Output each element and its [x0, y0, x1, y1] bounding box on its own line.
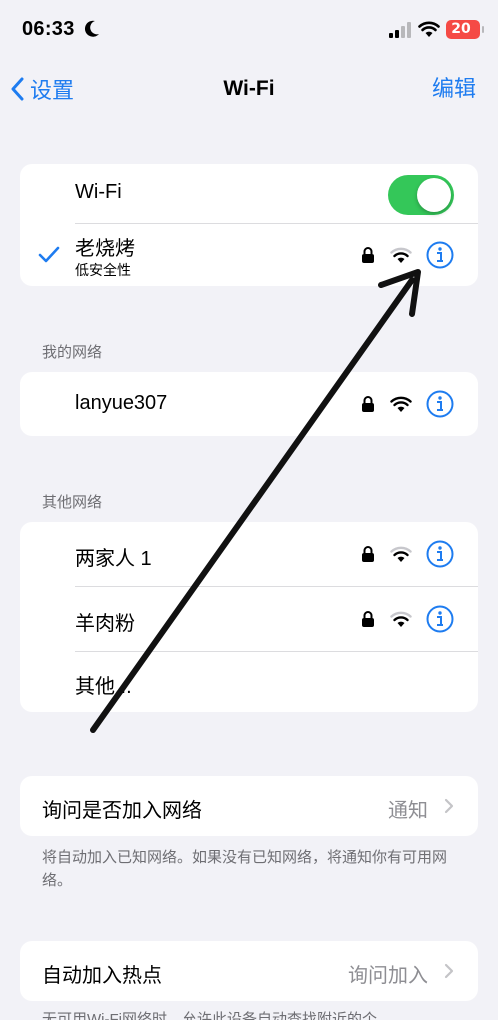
- lock-icon: [362, 247, 374, 263]
- ask-join-row[interactable]: 询问是否加入网络 通知: [20, 776, 478, 836]
- battery-icon: 20: [446, 20, 484, 39]
- lock-icon: [362, 546, 374, 562]
- other-network-row[interactable]: 其他...: [20, 652, 478, 712]
- wifi-toggle[interactable]: [388, 175, 454, 215]
- info-icon[interactable]: [426, 605, 454, 633]
- wifi-signal-icon: [390, 611, 412, 627]
- network-row[interactable]: lanyue307: [20, 372, 478, 436]
- info-icon[interactable]: [426, 390, 454, 418]
- my-networks-header: 我的网络: [42, 344, 103, 361]
- network-row[interactable]: 两家人 1: [20, 522, 478, 586]
- network-name: lanyue307: [75, 392, 168, 414]
- hotspot-card: 自动加入热点 询问加入: [20, 941, 478, 1001]
- cellular-signal-icon: [389, 22, 411, 38]
- ask-join-label: 询问是否加入网络: [42, 800, 202, 822]
- edit-button[interactable]: 编辑: [432, 74, 476, 104]
- wifi-status-icon: [418, 21, 440, 37]
- wifi-toggle-label: Wi-Fi: [75, 181, 122, 203]
- info-icon[interactable]: [426, 241, 454, 269]
- info-icon[interactable]: [426, 540, 454, 568]
- connected-network-row[interactable]: 老烧烤 低安全性: [20, 224, 478, 286]
- other-networks-card: 两家人 1 羊肉粉 其他...: [20, 522, 478, 712]
- page-title: Wi-Fi: [223, 77, 275, 100]
- checkmark-icon: [38, 246, 60, 263]
- other-networks-header: 其他网络: [42, 494, 103, 511]
- hotspot-row[interactable]: 自动加入热点 询问加入: [20, 941, 478, 1001]
- network-row[interactable]: 羊肉粉: [20, 587, 478, 651]
- hotspot-label: 自动加入热点: [42, 965, 162, 987]
- moon-icon: [84, 20, 99, 37]
- wifi-card: Wi-Fi 老烧烤 低安全性: [20, 164, 478, 286]
- toggle-knob: [417, 178, 451, 212]
- hotspot-value: 询问加入: [348, 965, 428, 987]
- ask-join-card: 询问是否加入网络 通知: [20, 776, 478, 836]
- other-network-label: 其他...: [75, 676, 132, 698]
- status-time: 06:33: [22, 18, 75, 40]
- ask-join-footnote: 将自动加入已知网络。如果没有已知网络，将通知你有可用网络。: [42, 849, 448, 889]
- wifi-signal-icon: [390, 546, 412, 562]
- battery-level: 20: [451, 21, 471, 37]
- my-networks-card: lanyue307: [20, 372, 478, 436]
- network-name: 老烧烤: [75, 238, 135, 260]
- hotspot-footnote: 无可用Wi-Fi网络时，允许此设备自动查找附近的个: [42, 1011, 377, 1020]
- chevron-right-icon: [444, 798, 454, 814]
- network-name: 两家人 1: [75, 548, 152, 570]
- chevron-right-icon: [444, 963, 454, 979]
- wifi-signal-icon: [390, 396, 412, 412]
- lock-icon: [362, 396, 374, 412]
- status-bar: 06:33 20: [0, 0, 498, 60]
- wifi-signal-icon: [390, 247, 412, 263]
- ask-join-value: 通知: [388, 800, 428, 822]
- network-security-note: 低安全性: [75, 262, 131, 278]
- wifi-toggle-row: Wi-Fi: [20, 164, 478, 224]
- network-name: 羊肉粉: [75, 613, 135, 635]
- lock-icon: [362, 611, 374, 627]
